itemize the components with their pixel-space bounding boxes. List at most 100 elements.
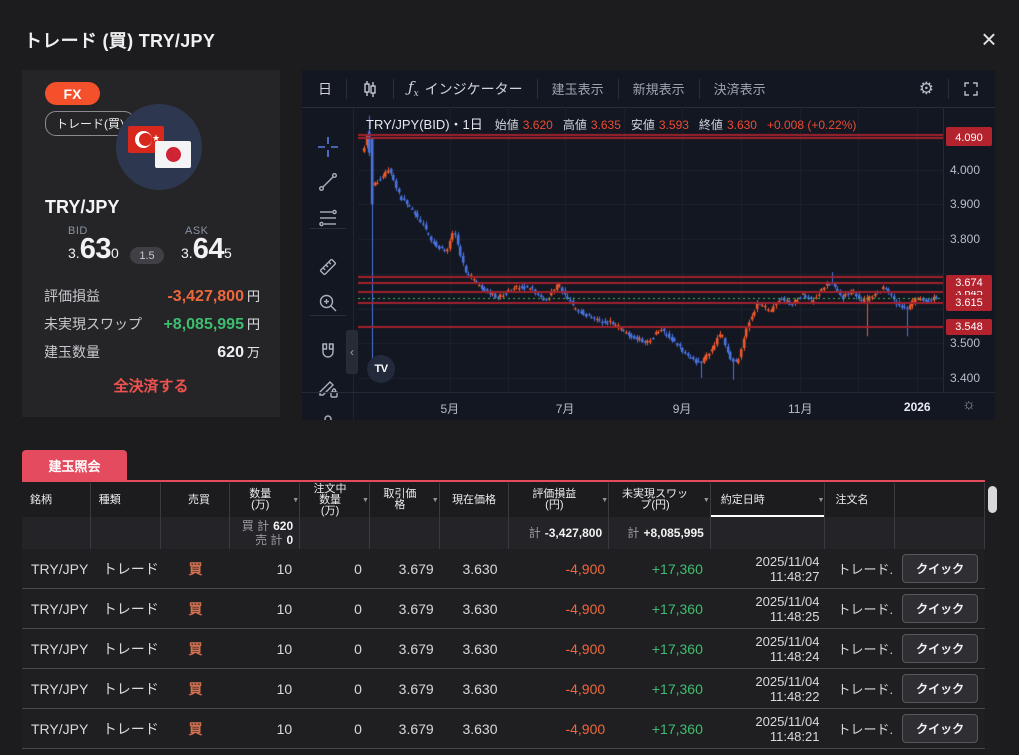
close-button[interactable]: ×: [972, 22, 1006, 56]
price-line-badge: 4.090: [946, 130, 992, 146]
cell-10: 2025/11/0411:48:27: [711, 554, 826, 584]
fullscreen-icon[interactable]: [959, 81, 983, 97]
column-header-10[interactable]: 約定日時▼: [711, 483, 826, 517]
horizontal-lines-icon[interactable]: [317, 207, 339, 229]
table-scrollbar-thumb[interactable]: [988, 486, 997, 513]
summary-cell-9: 計+8,085,995: [609, 517, 711, 549]
cell-12: クイック: [895, 714, 985, 743]
cell-4: 10: [230, 641, 300, 657]
column-header-1: 銘柄: [22, 483, 91, 517]
chart-legend: TRY/JPY(BID)・1日 始値3.620 高値3.635 安値3.593 …: [366, 114, 862, 133]
sun-icon[interactable]: ☼: [962, 396, 976, 413]
cell-12: クイック: [895, 594, 985, 623]
sort-arrow-icon: ▼: [601, 495, 608, 506]
unrealized-pl-row: 評価損益 -3,427,800円: [44, 286, 260, 306]
indicators-button[interactable]: ƒx インジケーター: [404, 78, 527, 99]
quick-close-button[interactable]: クイック: [902, 714, 978, 743]
cell-5: 0: [300, 721, 370, 737]
price-line-badge: 3.548: [946, 319, 992, 335]
cell-1: TRY/JPY: [22, 561, 91, 577]
cell-5: 0: [300, 561, 370, 577]
price-axis[interactable]: 4.0003.9003.8003.5003.4004.1003.6454.090…: [943, 107, 995, 392]
ruler-icon[interactable]: [317, 256, 339, 278]
summary-cell-1: [22, 517, 91, 549]
quick-close-button[interactable]: クイック: [902, 634, 978, 663]
zoom-in-icon[interactable]: [317, 292, 339, 314]
cell-6: 3.679: [370, 561, 440, 577]
legend-symbol: TRY/JPY(BID)・1日: [366, 114, 483, 133]
column-header-5[interactable]: 注文中 数量 (万)▼: [300, 483, 370, 517]
close-icon: ×: [981, 24, 996, 55]
price-tick-label: 3.400: [950, 371, 994, 385]
time-axis[interactable]: 5月7月9月11月2026: [302, 392, 995, 420]
cell-2: トレード: [91, 639, 161, 659]
position-row[interactable]: TRY/JPYトレード買1003.6793.630-4,900+17,36020…: [22, 629, 985, 669]
cell-9: +17,360: [609, 561, 711, 577]
collapse-toolbar-handle[interactable]: ‹: [346, 330, 358, 374]
cell-6: 3.679: [370, 601, 440, 617]
column-header-7: 現在価格: [440, 483, 510, 517]
position-row[interactable]: TRY/JPYトレード買1003.6793.630-4,900+17,36020…: [22, 589, 985, 629]
cell-9: +17,360: [609, 681, 711, 697]
cell-7: 3.630: [440, 561, 510, 577]
cell-11: トレード.: [825, 559, 895, 578]
table-scrollbar-track[interactable]: [986, 483, 998, 755]
unrealized-swap-label: 未実現スワップ: [44, 314, 142, 334]
cell-5: 0: [300, 641, 370, 657]
trendline-icon[interactable]: [317, 171, 339, 193]
quick-close-button[interactable]: クイック: [902, 594, 978, 623]
summary-cell-4: 買 計620売 計0: [230, 517, 300, 549]
crosshair-icon[interactable]: [317, 136, 339, 158]
cell-10: 2025/11/0411:48:24: [711, 634, 826, 664]
summary-cell-11: [825, 517, 895, 549]
cell-7: 3.630: [440, 721, 510, 737]
price-tick-label: 4.000: [950, 163, 994, 177]
ask-price: 3.645: [181, 233, 232, 263]
summary-cell-12: [895, 517, 985, 549]
time-axis-label: 2026: [892, 400, 942, 414]
tab-underline: [22, 480, 985, 482]
quick-close-button[interactable]: クイック: [902, 554, 978, 583]
column-header-4[interactable]: 数量 (万)▼: [230, 483, 300, 517]
position-row[interactable]: TRY/JPYトレード買1003.6793.630-4,900+17,36020…: [22, 709, 985, 749]
toggle-closed-button[interactable]: 決済表示: [710, 79, 770, 98]
column-header-11: 注文名: [825, 483, 895, 517]
column-header-2: 種類: [91, 483, 161, 517]
cell-11: トレード.: [825, 679, 895, 698]
price-line-badge: 3.674: [946, 275, 992, 291]
cell-6: 3.679: [370, 721, 440, 737]
toggle-orders-button[interactable]: 新規表示: [629, 79, 689, 98]
bid-price: 3.630: [68, 233, 119, 263]
fx-badge: FX: [45, 82, 100, 105]
column-header-8[interactable]: 評価損益 (円)▼: [509, 483, 609, 517]
column-header-12: [895, 483, 985, 517]
position-row[interactable]: TRY/JPYトレード買1003.6793.630-4,900+17,36020…: [22, 549, 985, 589]
cell-9: +17,360: [609, 601, 711, 617]
candle-style-icon[interactable]: [357, 80, 383, 98]
time-axis-label: 7月: [540, 400, 590, 417]
price-line-badge: 3.615: [946, 295, 992, 311]
sort-arrow-icon: ▼: [703, 495, 710, 506]
tab-open-positions[interactable]: 建玉照会: [22, 450, 127, 481]
summary-cell-7: [440, 517, 510, 549]
gear-icon[interactable]: ⚙: [915, 79, 938, 99]
chart-plot-area[interactable]: [358, 107, 943, 392]
sort-arrow-icon: ▼: [292, 495, 299, 506]
cell-4: 10: [230, 721, 300, 737]
cell-12: クイック: [895, 554, 985, 583]
quick-close-button[interactable]: クイック: [902, 674, 978, 703]
column-header-6[interactable]: 取引価 格▼: [370, 483, 440, 517]
price-tick-label: 3.500: [950, 336, 994, 350]
interval-button[interactable]: 日: [314, 79, 336, 99]
cell-3: 買: [161, 679, 231, 699]
column-header-9[interactable]: 未実現スワッ プ(円)▼: [609, 483, 711, 517]
toggle-positions-button[interactable]: 建玉表示: [548, 79, 608, 98]
cell-3: 買: [161, 719, 231, 739]
price-tick-label: 3.900: [950, 197, 994, 211]
magnet-icon[interactable]: [317, 341, 339, 363]
cell-12: クイック: [895, 634, 985, 663]
position-row[interactable]: TRY/JPYトレード買1003.6793.630-4,900+17,36020…: [22, 669, 985, 709]
close-all-positions-link[interactable]: 全決済する: [22, 375, 280, 396]
cell-3: 買: [161, 559, 231, 579]
table-summary-row: 買 計620売 計0計-3,427,800計+8,085,995: [22, 517, 985, 549]
